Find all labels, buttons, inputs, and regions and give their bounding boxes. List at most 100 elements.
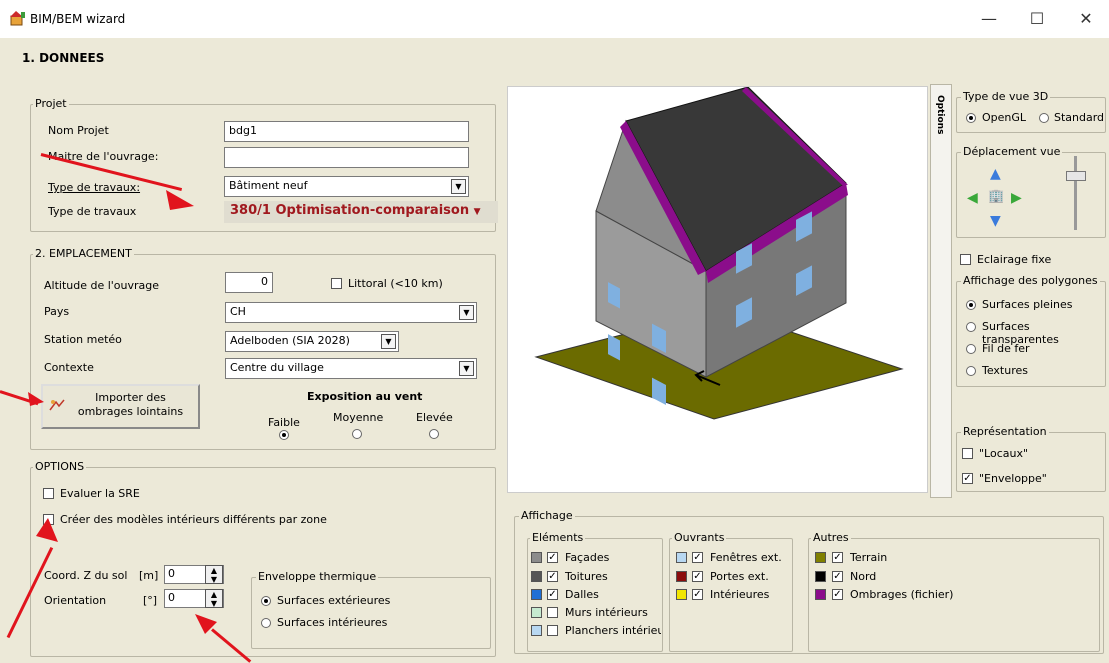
vent-moyenne-radio[interactable] xyxy=(352,429,362,439)
dalles-checkbox[interactable]: ✓ xyxy=(547,589,558,600)
coordz-unit: [m] xyxy=(139,569,159,582)
interieures-color-swatch[interactable] xyxy=(676,589,687,600)
planchers-color-swatch[interactable] xyxy=(531,625,542,636)
contexte-label: Contexte xyxy=(44,361,94,374)
ombrages-checkbox[interactable]: ✓ xyxy=(832,589,843,600)
maximize-button[interactable]: ☐ xyxy=(1014,6,1060,32)
surf-ext-radio[interactable] xyxy=(261,596,271,606)
autres-legend: Autres xyxy=(811,531,851,544)
elements-legend: Eléments xyxy=(530,531,586,544)
importer-label: Importer des ombrages lointains xyxy=(77,391,184,418)
nord-checkbox[interactable]: ✓ xyxy=(832,571,843,582)
polygones-legend: Affichage des polygones xyxy=(961,274,1100,287)
nord-color-swatch[interactable] xyxy=(815,571,826,582)
type-travaux2-dropdown[interactable]: 380/1 Optimisation-comparaison ▼ xyxy=(224,201,498,223)
facades-checkbox[interactable]: ✓ xyxy=(547,552,558,563)
station-select[interactable]: Adelboden (SIA 2028) ▼ xyxy=(225,331,399,352)
altitude-input[interactable]: 0 xyxy=(225,272,273,293)
importer-ombrages-button[interactable]: Importer des ombrages lointains xyxy=(41,384,200,429)
portes-label: Portes ext. xyxy=(710,570,769,583)
portes-checkbox[interactable]: ✓ xyxy=(692,571,703,582)
enveloppe-checkbox[interactable]: ✓ xyxy=(962,473,973,484)
maitre-input[interactable] xyxy=(224,147,469,168)
ombrages-color-swatch[interactable] xyxy=(815,589,826,600)
pays-value: CH xyxy=(230,305,246,318)
pays-label: Pays xyxy=(44,305,70,318)
littoral-checkbox[interactable] xyxy=(331,278,342,289)
station-value: Adelboden (SIA 2028) xyxy=(230,334,350,347)
building-icon[interactable]: 🏢 xyxy=(988,189,1004,204)
terrain-checkbox[interactable]: ✓ xyxy=(832,552,843,563)
opengl-label: OpenGL xyxy=(982,111,1027,124)
projet-legend: Projet xyxy=(33,97,69,110)
planchers-checkbox[interactable] xyxy=(547,625,558,636)
nom-projet-input[interactable]: bdg1 xyxy=(224,121,469,142)
deplacement-group: Déplacement vue xyxy=(956,145,1106,238)
murs-checkbox[interactable] xyxy=(547,607,558,618)
faible-label: Faible xyxy=(268,416,300,429)
enveloppe-group: Enveloppe thermique xyxy=(251,570,491,649)
deplacement-legend: Déplacement vue xyxy=(961,145,1063,158)
dalles-color-swatch[interactable] xyxy=(531,589,542,600)
moyenne-label: Moyenne xyxy=(333,411,384,424)
fenetres-color-swatch[interactable] xyxy=(676,552,687,563)
station-label: Station metéo xyxy=(44,333,122,346)
facades-color-swatch[interactable] xyxy=(531,552,542,563)
arrowhead-icon xyxy=(36,518,58,542)
representation-legend: Représentation xyxy=(961,425,1049,438)
surf-int-radio[interactable] xyxy=(261,618,271,628)
interieures-label: Intérieures xyxy=(710,588,770,601)
fenetres-checkbox[interactable]: ✓ xyxy=(692,552,703,563)
sre-checkbox[interactable] xyxy=(43,488,54,499)
terrain-color-swatch[interactable] xyxy=(815,552,826,563)
arrowhead-icon xyxy=(28,392,44,406)
textures-radio[interactable] xyxy=(966,366,976,376)
coordz-spinner[interactable]: ▲ ▼ xyxy=(205,565,223,584)
vue-3d-legend: Type de vue 3D xyxy=(961,90,1051,103)
pays-select[interactable]: CH ▼ xyxy=(225,302,477,323)
arrow-right-icon[interactable]: ▶ xyxy=(1011,190,1022,206)
chevron-down-icon: ▼ xyxy=(459,305,474,320)
ombrages-label: Ombrages (fichier) xyxy=(850,588,954,601)
standard-radio[interactable] xyxy=(1039,113,1049,123)
minimize-button[interactable]: — xyxy=(966,6,1012,32)
facades-label: Façades xyxy=(565,551,610,564)
nom-projet-label: Nom Projet xyxy=(48,124,109,137)
arrow-down-icon[interactable]: ▼ xyxy=(990,213,1001,229)
murs-color-swatch[interactable] xyxy=(531,607,542,618)
opengl-radio[interactable] xyxy=(966,113,976,123)
arrow-left-icon[interactable]: ◀ xyxy=(967,190,978,206)
3d-viewport[interactable] xyxy=(507,86,928,493)
planchers-label: Planchers intérieu xyxy=(565,624,661,637)
surfaces-transp-radio[interactable] xyxy=(966,322,976,332)
elevee-label: Elevée xyxy=(416,411,453,424)
vent-faible-radio[interactable] xyxy=(279,430,289,440)
type-travaux-value: Bâtiment neuf xyxy=(229,179,308,192)
type-travaux-select[interactable]: Bâtiment neuf ▼ xyxy=(224,176,469,197)
tab-options[interactable]: Options xyxy=(930,84,952,498)
eclairage-checkbox[interactable] xyxy=(960,254,971,265)
building-3d-model xyxy=(534,86,904,420)
close-button[interactable]: ✕ xyxy=(1063,6,1109,32)
toitures-color-swatch[interactable] xyxy=(531,571,542,582)
app-icon xyxy=(10,11,25,26)
title-bar: BIM/BEM wizard — ☐ ✕ xyxy=(0,0,1109,38)
arrow-up-icon[interactable]: ▲ xyxy=(990,166,1001,182)
vent-elevee-radio[interactable] xyxy=(429,429,439,439)
sre-label: Evaluer la SRE xyxy=(60,487,140,500)
orientation-spinner[interactable]: ▲ ▼ xyxy=(205,589,223,608)
surfaces-pleines-label: Surfaces pleines xyxy=(982,298,1073,311)
surfaces-pleines-radio[interactable] xyxy=(966,300,976,310)
window-title: BIM/BEM wizard xyxy=(30,12,126,26)
contexte-select[interactable]: Centre du village ▼ xyxy=(225,358,477,379)
surf-ext-label: Surfaces extérieures xyxy=(277,594,391,607)
fil-de-fer-radio[interactable] xyxy=(966,344,976,354)
toitures-checkbox[interactable]: ✓ xyxy=(547,571,558,582)
locaux-checkbox[interactable] xyxy=(962,448,973,459)
modeles-label: Créer des modèles intérieurs différents … xyxy=(60,513,327,526)
arrowhead-icon xyxy=(166,190,194,210)
portes-color-swatch[interactable] xyxy=(676,571,687,582)
interieures-checkbox[interactable]: ✓ xyxy=(692,589,703,600)
zoom-slider-thumb[interactable] xyxy=(1066,171,1086,181)
ouvrants-legend: Ouvrants xyxy=(672,531,727,544)
